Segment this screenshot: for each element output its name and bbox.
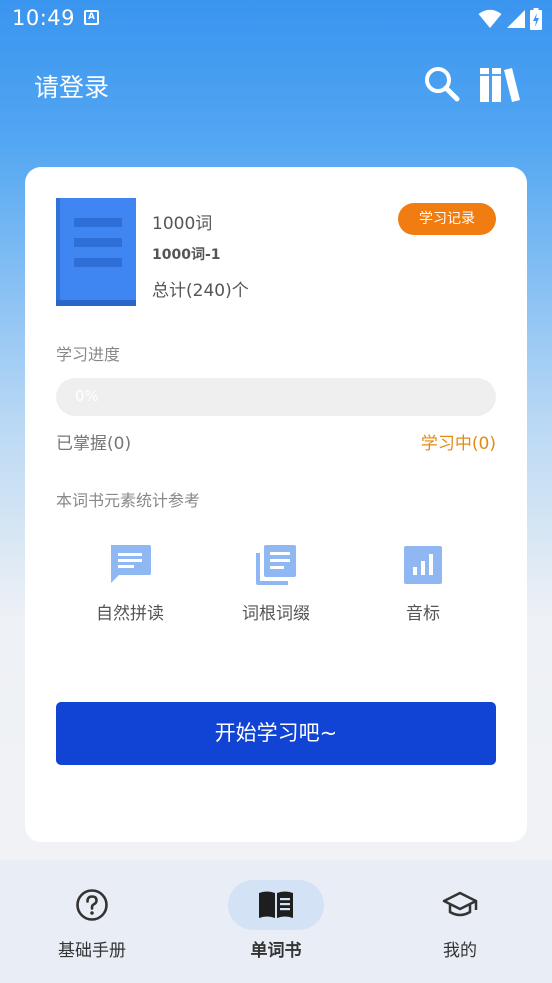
help-circle-icon xyxy=(44,880,140,930)
book-name: 1000词 xyxy=(152,214,213,234)
learning-count[interactable]: 学习中(0) xyxy=(421,429,496,454)
system-icons xyxy=(478,8,542,30)
battery-charging-icon xyxy=(530,8,542,30)
nav-mine[interactable]: 我的 xyxy=(390,880,530,961)
status-time: 10:49 xyxy=(12,6,76,30)
phonics-label: 自然拼读 xyxy=(96,604,164,624)
graduation-cap-icon xyxy=(412,880,508,930)
notification-a-icon: A xyxy=(84,10,99,25)
wordbook-card: 1000词 1000词-1 总计(240)个 学习记录 学习进度 0% 已掌握(… xyxy=(25,167,527,842)
open-book-icon xyxy=(228,880,324,930)
login-prompt[interactable]: 请登录 xyxy=(34,68,109,104)
book-unit: 1000词-1 xyxy=(152,247,221,263)
bookshelf-icon[interactable] xyxy=(478,64,522,104)
phonetic-symbols-label: 音标 xyxy=(406,604,440,624)
bottom-navigation: 基础手册 单词书 我的 xyxy=(0,860,552,983)
nav-basic-manual-label: 基础手册 xyxy=(58,941,126,961)
progress-bar: 0% xyxy=(56,378,496,416)
cellular-signal-icon xyxy=(507,10,525,28)
bar-chart-icon xyxy=(401,543,445,587)
nav-mine-label: 我的 xyxy=(443,941,477,961)
wifi-icon xyxy=(478,9,502,28)
nav-basic-manual[interactable]: 基础手册 xyxy=(22,880,162,961)
library-books-icon xyxy=(254,543,298,587)
phonetic-symbols-stat[interactable]: 音标 xyxy=(363,543,483,624)
study-record-button[interactable]: 学习记录 xyxy=(398,203,496,235)
start-learning-button[interactable]: 开始学习吧~ xyxy=(56,702,496,765)
progress-percent: 0% xyxy=(75,387,99,405)
search-icon[interactable] xyxy=(422,64,462,104)
nav-wordbook-label: 单词书 xyxy=(250,941,302,961)
status-bar: 10:49 A xyxy=(0,0,552,38)
stats-title: 本词书元素统计参考 xyxy=(56,491,201,510)
roots-affixes-stat[interactable]: 词根词缀 xyxy=(216,543,336,624)
roots-affixes-label: 词根词缀 xyxy=(242,604,310,624)
mastered-count[interactable]: 已掌握(0) xyxy=(56,429,131,454)
nav-wordbook[interactable]: 单词书 xyxy=(206,880,346,961)
progress-title: 学习进度 xyxy=(56,345,121,364)
phonics-stat[interactable]: 自然拼读 xyxy=(70,543,190,624)
book-total-count: 总计(240)个 xyxy=(152,281,249,301)
book-cover-icon[interactable] xyxy=(56,198,136,306)
chat-icon xyxy=(108,543,152,587)
